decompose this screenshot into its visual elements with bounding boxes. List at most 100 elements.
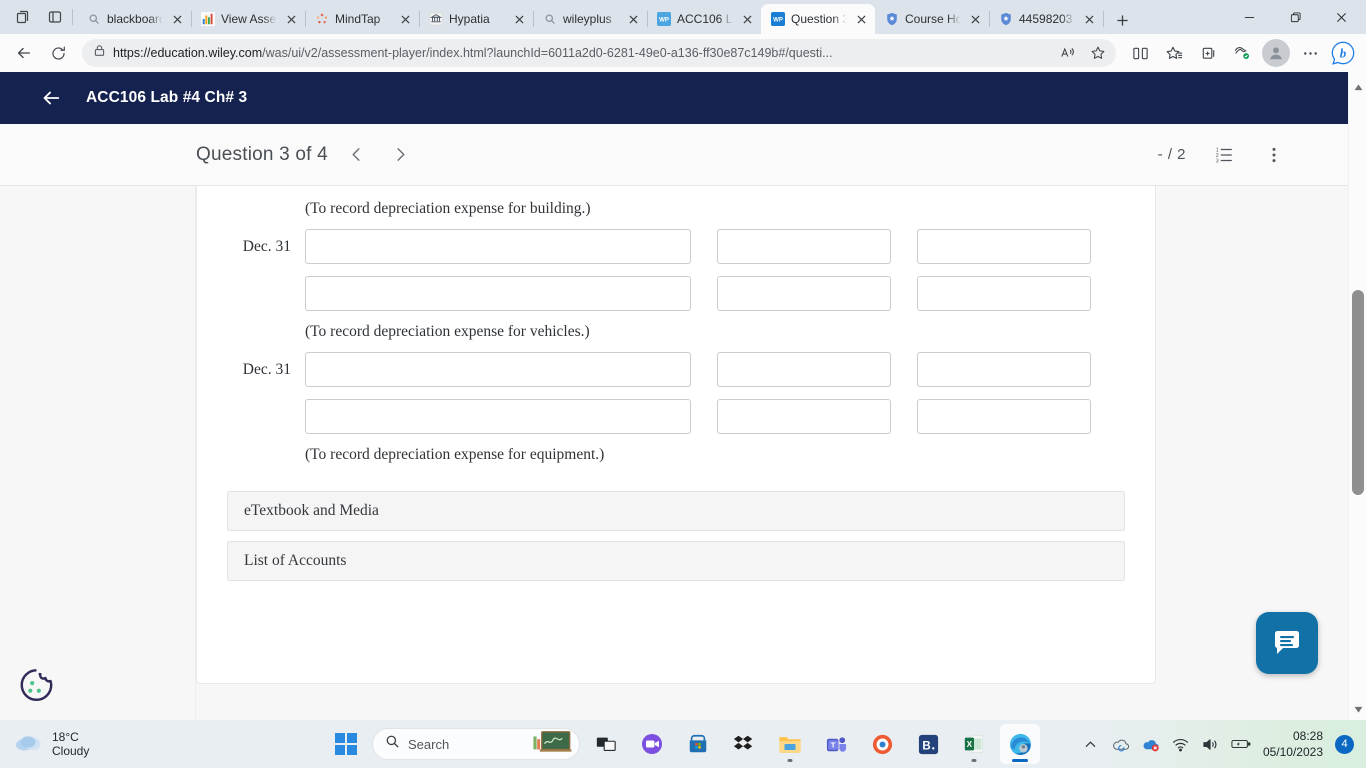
close-icon[interactable] xyxy=(283,11,299,27)
debit-input[interactable] xyxy=(717,229,891,265)
journal-date-label: Dec. 31 xyxy=(242,237,291,255)
tab-mindtap[interactable]: MindTap xyxy=(305,4,420,34)
debit-input[interactable] xyxy=(717,352,891,388)
tab-acc106-lab[interactable]: WP ACC106 Lab #4 xyxy=(647,4,762,34)
running-indicator xyxy=(1012,759,1028,762)
close-icon[interactable] xyxy=(169,11,185,27)
clock[interactable]: 08:28 05/10/2023 xyxy=(1261,728,1325,760)
page-scrollbar[interactable] xyxy=(1348,72,1366,720)
opera-button[interactable] xyxy=(862,724,902,764)
tab-blackboard[interactable]: blackboard xyxy=(77,4,192,34)
debit-input[interactable] xyxy=(717,399,891,435)
chevron-up-icon[interactable] xyxy=(1081,734,1101,754)
resources-accordions: eTextbook and Media List of Accounts xyxy=(197,463,1155,582)
sidebar-toggle-icon[interactable] xyxy=(40,3,70,31)
account-input[interactable] xyxy=(305,399,691,435)
chat-app-button[interactable] xyxy=(632,724,672,764)
kebab-menu-icon[interactable] xyxy=(1262,143,1286,167)
journal-entry-form: (To record depreciation expense for buil… xyxy=(197,186,1155,463)
copilot-icon[interactable]: b xyxy=(1328,38,1358,68)
taskbar-search[interactable]: Search xyxy=(372,728,580,760)
tab-actions-icon[interactable] xyxy=(8,3,38,31)
account-input[interactable] xyxy=(305,229,691,265)
previous-question-button[interactable] xyxy=(342,140,372,170)
scrollbar-thumb[interactable] xyxy=(1352,290,1364,495)
close-icon[interactable] xyxy=(511,11,527,27)
numbered-list-icon[interactable]: 1 2 3 xyxy=(1212,143,1236,167)
tray-date: 05/10/2023 xyxy=(1262,745,1323,759)
weather-widget[interactable]: 18°C Cloudy xyxy=(0,730,300,758)
journal-caption-building: (To record depreciation expense for buil… xyxy=(305,200,591,217)
next-question-button[interactable] xyxy=(386,140,416,170)
excel-button[interactable]: X xyxy=(954,724,994,764)
tab-question-active[interactable]: WP Question 3 of 4 xyxy=(761,4,875,34)
new-tab-button[interactable] xyxy=(1107,6,1137,34)
close-icon[interactable] xyxy=(1081,11,1097,27)
journal-caption-vehicles: (To record depreciation expense for vehi… xyxy=(305,323,590,341)
credit-input[interactable] xyxy=(917,276,1091,312)
tab-label: wileyplus xyxy=(563,12,612,26)
debit-input[interactable] xyxy=(717,276,891,312)
favorites-icon[interactable] xyxy=(1158,38,1190,68)
start-button[interactable] xyxy=(326,724,366,764)
credit-input[interactable] xyxy=(917,229,1091,265)
maximize-button[interactable] xyxy=(1272,0,1318,34)
notification-badge[interactable]: 4 xyxy=(1335,734,1354,754)
cookie-consent-icon[interactable] xyxy=(14,664,58,708)
tab-hypatia[interactable]: Hypatia xyxy=(419,4,534,34)
browser-essentials-icon[interactable] xyxy=(1226,38,1258,68)
onedrive-error-icon[interactable] xyxy=(1141,734,1161,754)
close-window-button[interactable] xyxy=(1318,0,1364,34)
tab-label: MindTap xyxy=(335,12,381,26)
onedrive-icon[interactable] xyxy=(1111,734,1131,754)
volume-icon[interactable] xyxy=(1201,734,1221,754)
scroll-up-icon[interactable] xyxy=(1349,78,1366,96)
settings-more-icon[interactable] xyxy=(1294,38,1326,68)
journal-row: Dec. 31 xyxy=(231,352,1125,388)
credit-input[interactable] xyxy=(917,352,1091,388)
back-arrow-icon[interactable] xyxy=(38,85,64,111)
tab-wileyplus[interactable]: wileyplus xyxy=(533,4,648,34)
microsoft-teams-button[interactable]: T xyxy=(816,724,856,764)
tab-44598203[interactable]: 44598203 xyxy=(989,4,1104,34)
tab-label: Course Home xyxy=(905,12,962,26)
file-explorer-button[interactable] xyxy=(770,724,810,764)
scroll-down-icon[interactable] xyxy=(1349,700,1366,718)
split-screen-icon[interactable] xyxy=(1124,38,1156,68)
svg-text:WP: WP xyxy=(659,17,669,24)
wifi-icon[interactable] xyxy=(1171,734,1191,754)
chat-support-button[interactable] xyxy=(1256,612,1318,674)
collections-icon[interactable] xyxy=(1192,38,1224,68)
close-icon[interactable] xyxy=(397,11,413,27)
credit-input[interactable] xyxy=(917,399,1091,435)
profile-icon[interactable] xyxy=(1262,39,1290,67)
dropbox-button[interactable] xyxy=(724,724,764,764)
tab-view-assessment[interactable]: View Assessment xyxy=(191,4,306,34)
accordion-label: eTextbook and Media xyxy=(244,502,379,520)
blackboard-button[interactable]: B xyxy=(908,724,948,764)
close-icon[interactable] xyxy=(625,11,641,27)
svg-text:T: T xyxy=(830,740,835,749)
account-input[interactable] xyxy=(305,352,691,388)
back-icon[interactable] xyxy=(8,38,40,68)
chat-bubble-icon xyxy=(1275,631,1299,654)
star-icon[interactable] xyxy=(1084,41,1112,65)
question-navigation-bar: Question 3 of 4 - / 2 1 2 3 xyxy=(0,124,1348,186)
close-icon[interactable] xyxy=(739,11,755,27)
close-icon[interactable] xyxy=(853,11,869,27)
microsoft-edge-button[interactable] xyxy=(1000,724,1040,764)
microsoft-store-button[interactable] xyxy=(678,724,718,764)
read-aloud-icon[interactable] xyxy=(1054,41,1082,65)
search-icon xyxy=(86,11,102,27)
minimize-button[interactable] xyxy=(1226,0,1272,34)
tab-course-home[interactable]: Course Home xyxy=(875,4,990,34)
address-bar[interactable]: https://education.wiley.com/was/ui/v2/as… xyxy=(82,39,1116,67)
close-icon[interactable] xyxy=(967,11,983,27)
task-view-button[interactable] xyxy=(586,724,626,764)
page-title: ACC106 Lab #4 Ch# 3 xyxy=(86,89,248,106)
accordion-list-of-accounts[interactable]: List of Accounts xyxy=(227,541,1125,582)
battery-icon[interactable] xyxy=(1231,734,1251,754)
refresh-icon[interactable] xyxy=(42,38,74,68)
accordion-etextbook-and-media[interactable]: eTextbook and Media xyxy=(227,491,1125,532)
account-input[interactable] xyxy=(305,276,691,312)
